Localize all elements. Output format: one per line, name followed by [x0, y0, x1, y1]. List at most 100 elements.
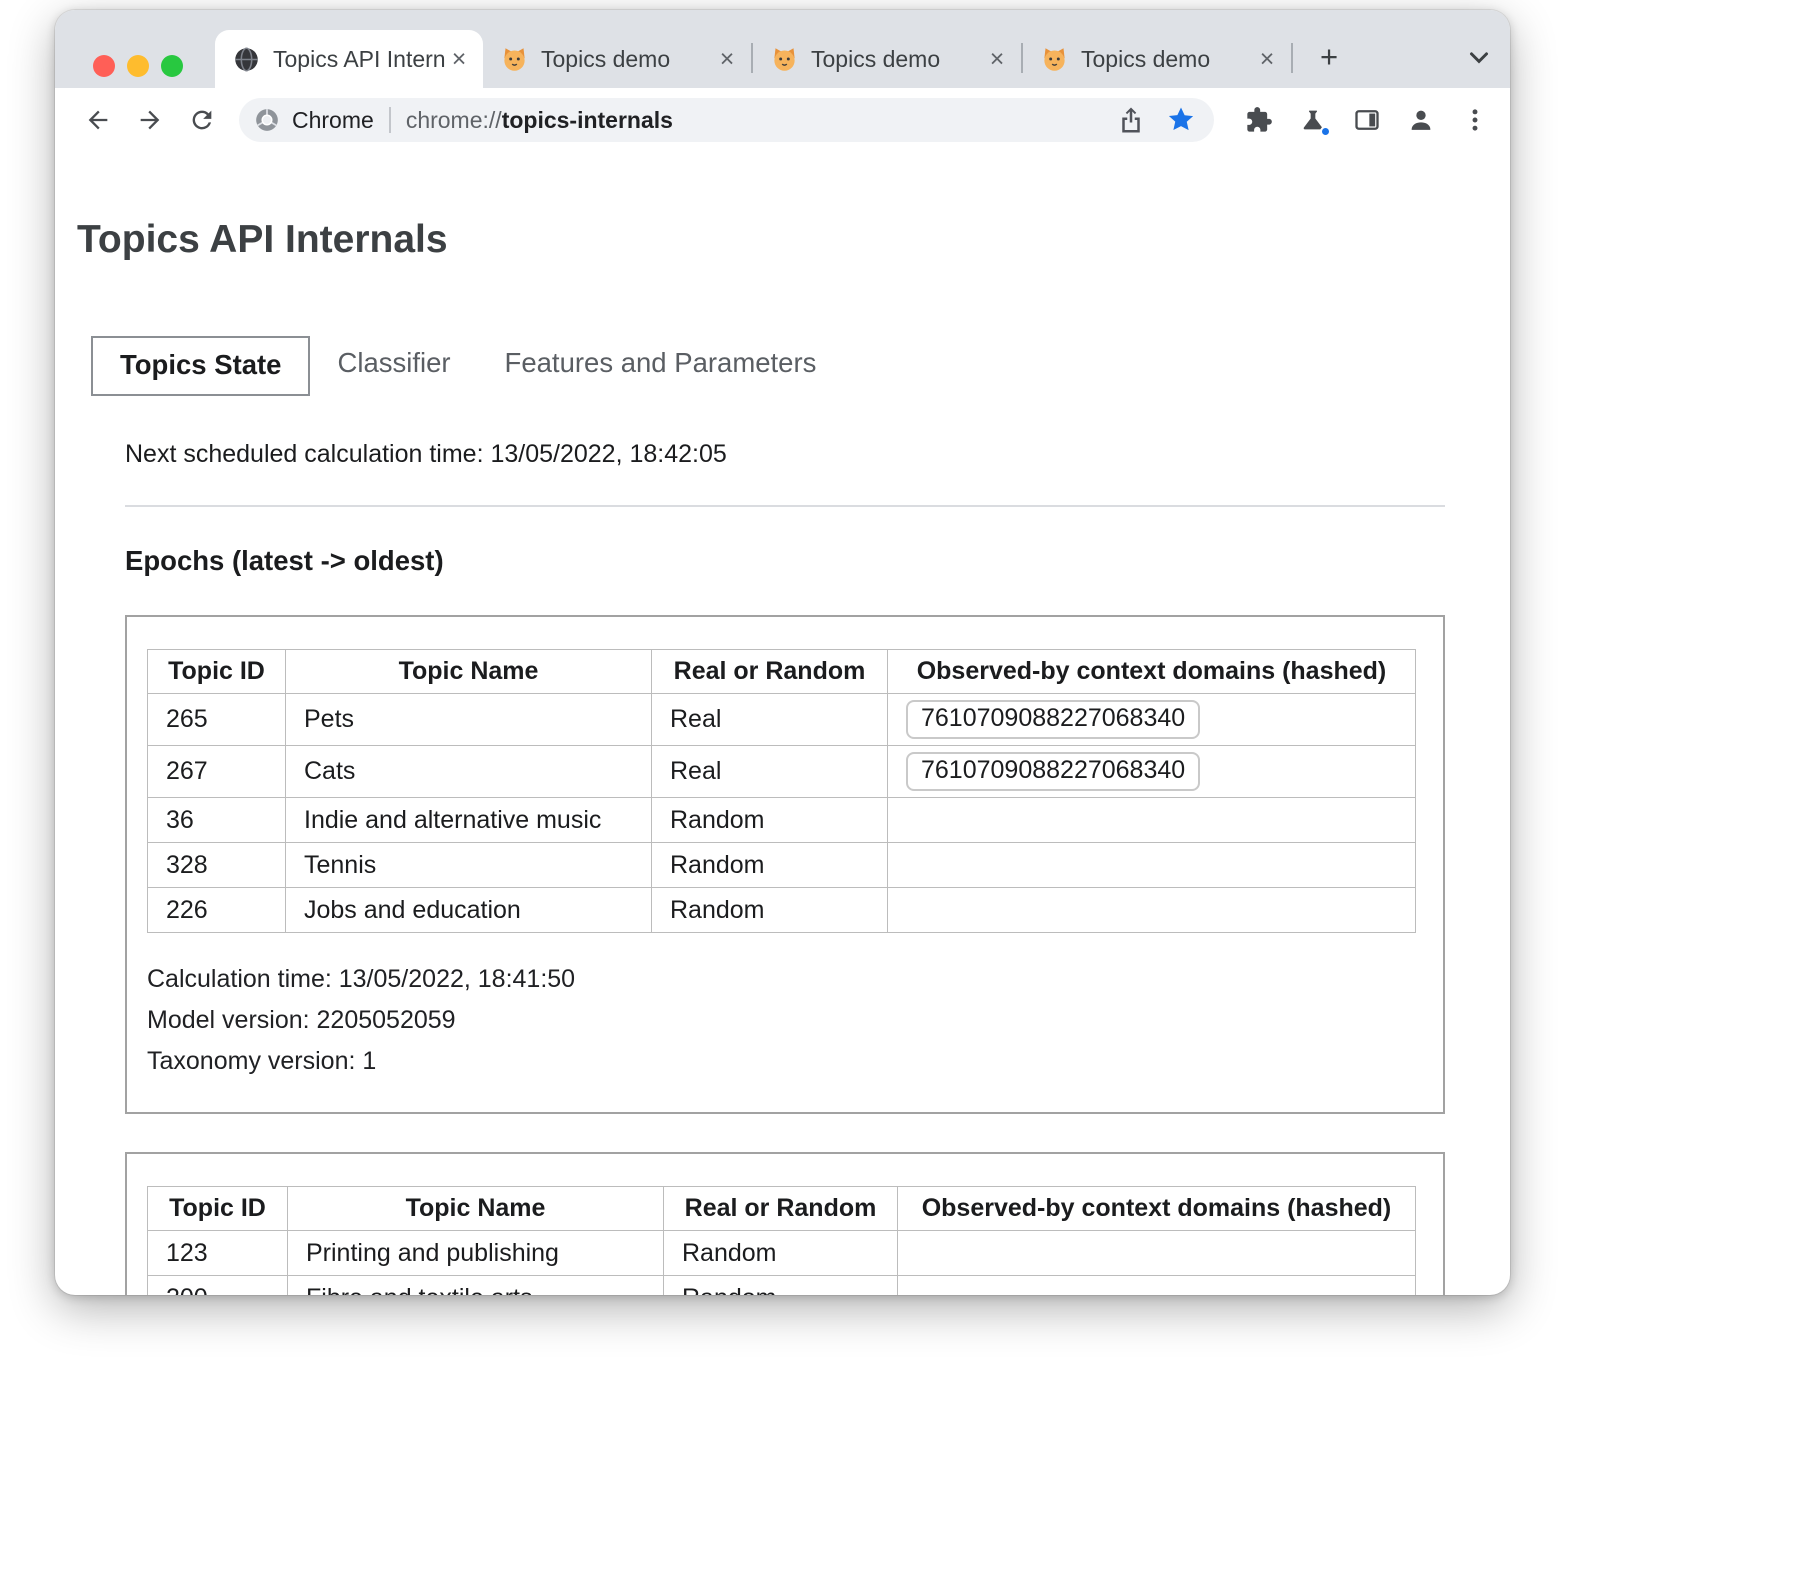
table-row: 36 Indie and alternative music Random [148, 798, 1416, 843]
new-tab-button[interactable]: + [1309, 37, 1349, 77]
tab-title: Topics demo [811, 46, 983, 73]
tab-search-chevron-icon[interactable] [1464, 42, 1494, 72]
cell-observed-domains [888, 843, 1416, 888]
cell-topic-id: 36 [148, 798, 286, 843]
browser-tab-topics-demo-1[interactable]: Topics demo × [483, 30, 751, 88]
cell-observed-domains: 7610709088227068340 [888, 694, 1416, 746]
tab-title: Topics demo [541, 46, 713, 73]
cell-observed-domains [898, 1231, 1416, 1276]
experiments-button[interactable] [1290, 97, 1336, 143]
internals-tab-bar: Topics State Classifier Features and Par… [91, 336, 1510, 396]
cell-observed-domains: 7610709088227068340 [888, 746, 1416, 798]
cell-topic-name: Tennis [286, 843, 652, 888]
cell-topic-name: Pets [286, 694, 652, 746]
tab-close-icon[interactable]: × [713, 45, 741, 73]
kebab-menu-icon [1461, 106, 1489, 134]
cell-topic-id: 265 [148, 694, 286, 746]
cat-icon [501, 46, 528, 73]
col-header-observed-domains: Observed-by context domains (hashed) [898, 1187, 1416, 1231]
cell-observed-domains [888, 888, 1416, 933]
page-content: Topics API Internals Topics State Classi… [55, 152, 1510, 1295]
table-header-row: Topic ID Topic Name Real or Random Obser… [148, 1187, 1416, 1231]
cell-topic-id: 226 [148, 888, 286, 933]
cell-topic-name: Printing and publishing [288, 1231, 664, 1276]
hashed-domain-value[interactable]: 7610709088227068340 [906, 752, 1200, 791]
table-row: 226 Jobs and education Random [148, 888, 1416, 933]
profile-avatar-icon [1407, 106, 1435, 134]
screenshot-stage: Topics API Intern × [0, 0, 1810, 1576]
cell-observed-domains [898, 1276, 1416, 1296]
omnibox-url-bar[interactable]: Chrome chrome://topics-internals [239, 98, 1214, 142]
back-button[interactable] [75, 97, 121, 143]
tab-title: Topics demo [1081, 46, 1253, 73]
chrome-logo-icon [254, 107, 280, 133]
tab-separator [1291, 43, 1293, 73]
model-version: Model version: 2205052059 [147, 1000, 1417, 1041]
cell-real-or-random: Real [652, 694, 888, 746]
url-badge-separator [389, 107, 391, 133]
tab-close-icon[interactable]: × [1253, 45, 1281, 73]
url-host: topics-internals [502, 107, 673, 133]
reload-button[interactable] [179, 97, 225, 143]
cell-topic-name: Cats [286, 746, 652, 798]
epoch-box-1: Topic ID Topic Name Real or Random Obser… [125, 615, 1445, 1114]
divider [125, 505, 1445, 507]
table-row: 123 Printing and publishing Random [148, 1231, 1416, 1276]
browser-tab-topics-demo-3[interactable]: Topics demo × [1023, 30, 1291, 88]
window-controls [93, 55, 183, 77]
epochs-heading: Epochs (latest -> oldest) [125, 545, 1445, 577]
tab-classifier[interactable]: Classifier [310, 336, 477, 396]
browser-toolbar: Chrome chrome://topics-internals [55, 88, 1510, 152]
url-scheme: chrome:// [406, 107, 502, 133]
extensions-button[interactable] [1236, 97, 1282, 143]
epoch-1-table: Topic ID Topic Name Real or Random Obser… [147, 649, 1416, 933]
browser-tabs: Topics API Intern × [215, 10, 1349, 88]
col-header-topic-name: Topic Name [288, 1187, 664, 1231]
cell-observed-domains [888, 798, 1416, 843]
puzzle-icon [1245, 106, 1273, 134]
cell-real-or-random: Random [664, 1276, 898, 1296]
cell-real-or-random: Random [652, 798, 888, 843]
browser-tab-topics-internals[interactable]: Topics API Intern × [215, 30, 483, 88]
cell-topic-name: Jobs and education [286, 888, 652, 933]
side-panel-icon [1353, 106, 1381, 134]
cell-real-or-random: Random [664, 1231, 898, 1276]
tab-close-icon[interactable]: × [445, 45, 473, 73]
col-header-topic-id: Topic ID [148, 650, 286, 694]
cell-real-or-random: Random [652, 888, 888, 933]
tab-close-icon[interactable]: × [983, 45, 1011, 73]
browser-tab-strip: Topics API Intern × [55, 10, 1510, 88]
notification-dot [1320, 126, 1331, 137]
share-icon[interactable] [1116, 105, 1146, 135]
browser-menu-button[interactable] [1452, 97, 1498, 143]
epoch-box-2: Topic ID Topic Name Real or Random Obser… [125, 1152, 1445, 1295]
cell-topic-name: Indie and alternative music [286, 798, 652, 843]
cell-real-or-random: Real [652, 746, 888, 798]
window-close-button[interactable] [93, 55, 115, 77]
table-header-row: Topic ID Topic Name Real or Random Obser… [148, 650, 1416, 694]
page-title: Topics API Internals [77, 218, 1510, 262]
taxonomy-version: Taxonomy version: 1 [147, 1041, 1417, 1082]
col-header-real-or-random: Real or Random [664, 1187, 898, 1231]
tab-features-and-parameters[interactable]: Features and Parameters [478, 336, 844, 396]
tab-topics-state[interactable]: Topics State [91, 336, 310, 396]
cell-topic-id: 200 [148, 1276, 288, 1296]
forward-arrow-icon [136, 106, 164, 134]
col-header-topic-id: Topic ID [148, 1187, 288, 1231]
table-row: 267 Cats Real 7610709088227068340 [148, 746, 1416, 798]
window-zoom-button[interactable] [161, 55, 183, 77]
cell-real-or-random: Random [652, 843, 888, 888]
epoch-1-metadata: Calculation time: 13/05/2022, 18:41:50 M… [147, 959, 1417, 1082]
table-row: 328 Tennis Random [148, 843, 1416, 888]
side-panel-button[interactable] [1344, 97, 1390, 143]
topics-state-panel: Next scheduled calculation time: 13/05/2… [125, 440, 1445, 1295]
cell-topic-id: 123 [148, 1231, 288, 1276]
forward-button[interactable] [127, 97, 173, 143]
window-minimize-button[interactable] [127, 55, 149, 77]
hashed-domain-value[interactable]: 7610709088227068340 [906, 700, 1200, 739]
profile-button[interactable] [1398, 97, 1444, 143]
browser-tab-topics-demo-2[interactable]: Topics demo × [753, 30, 1021, 88]
cat-icon [1041, 46, 1068, 73]
cell-topic-id: 328 [148, 843, 286, 888]
bookmark-star-icon[interactable] [1166, 105, 1196, 135]
